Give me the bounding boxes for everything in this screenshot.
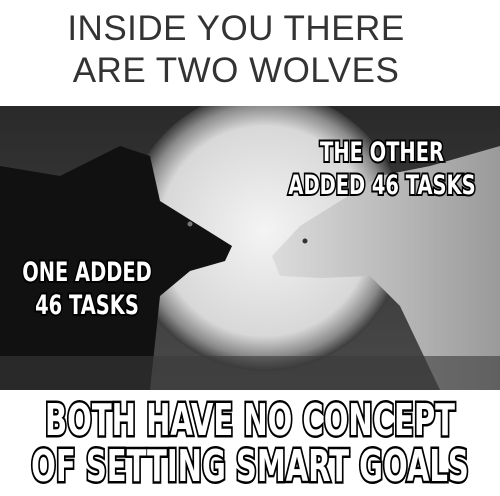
meme: INSIDE YOU THERE ARE TWO WOLVES THE OTHE… xyxy=(0,0,500,496)
label-one-wolf: ONE ADDED 46 TASKS xyxy=(0,255,184,323)
top-caption: INSIDE YOU THERE ARE TWO WOLVES xyxy=(0,8,472,92)
bottom-caption-line1: BOTH HAVE NO CONCEPT xyxy=(43,395,456,446)
label-other-line2: ADDED 46 TASKS xyxy=(287,168,477,203)
label-other-wolf: THE OTHER ADDED 46 TASKS xyxy=(274,135,490,203)
top-caption-line2: ARE TWO WOLVES xyxy=(72,51,400,90)
top-caption-line1: INSIDE YOU THERE xyxy=(67,9,405,48)
label-one-line2: 46 TASKS xyxy=(34,288,141,323)
bottom-caption: BOTH HAVE NO CONCEPT OF SETTING SMART GO… xyxy=(19,395,481,492)
label-other-line1: THE OTHER xyxy=(319,135,446,170)
label-one-line1: ONE ADDED xyxy=(21,255,153,290)
bottom-caption-line2: OF SETTING SMART GOALS xyxy=(30,441,471,492)
